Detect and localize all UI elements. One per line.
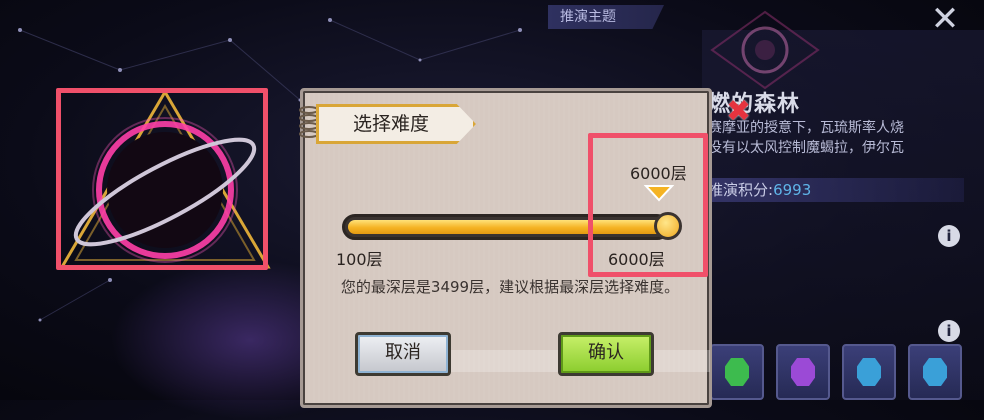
rune-gem-slot[interactable] [842, 344, 896, 400]
max-value-highlight-box [588, 133, 708, 277]
score-value: 6993 [773, 181, 812, 199]
theme-description: 赛摩亚的授意下，瓦琉斯率人烧 没有以太风控制魔蝎拉，伊尔瓦 [708, 120, 904, 156]
theme-title: 燃的森林 [708, 86, 800, 118]
info-icon[interactable]: i [938, 320, 960, 342]
cancel-button[interactable]: 取消 [355, 332, 451, 376]
theme-tab[interactable]: 推演主题 [548, 5, 664, 29]
score-bar: 推演积分:6993 [700, 178, 964, 202]
rune-gem-slot[interactable] [908, 344, 962, 400]
slider-min-label: 100层 [336, 250, 383, 269]
emblem-highlight-box [56, 88, 268, 270]
confirm-button[interactable]: 确认 [558, 332, 654, 376]
dialog-title-banner: 选择难度 [296, 100, 486, 148]
rune-gem-slot[interactable] [776, 344, 830, 400]
theme-emblem-icon [710, 10, 820, 90]
difficulty-hint: 您的最深层是3499层，建议根据最深层选择难度。 [340, 278, 680, 296]
rune-gem-slot[interactable] [710, 344, 764, 400]
score-label: 推演积分: [708, 181, 774, 199]
dialog-title: 选择难度 [316, 104, 476, 144]
info-icon[interactable]: i [938, 225, 960, 247]
close-icon[interactable]: ✕ [928, 2, 962, 36]
